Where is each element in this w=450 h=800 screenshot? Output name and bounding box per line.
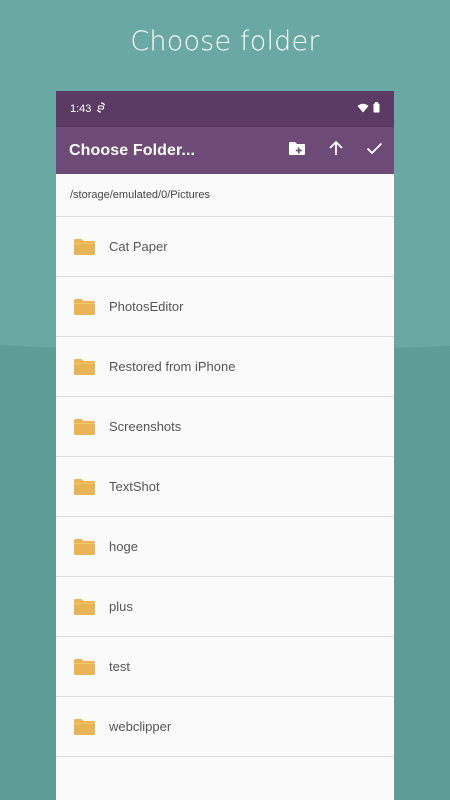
folder-item-cat-paper[interactable]: Cat Paper	[56, 217, 394, 277]
confirm-button[interactable]	[355, 127, 394, 174]
app-bar: Choose Folder...	[56, 127, 394, 174]
wifi-icon	[357, 103, 369, 116]
new-folder-icon	[288, 141, 306, 161]
app-bar-title: Choose Folder...	[69, 141, 196, 159]
status-time: 1:43	[70, 103, 92, 115]
folder-icon	[74, 538, 96, 556]
folder-list: Cat Paper PhotosEditor Restored from iPh…	[56, 217, 394, 757]
folder-icon	[74, 658, 96, 676]
folder-label: plus	[109, 599, 133, 614]
new-folder-button[interactable]	[277, 127, 316, 174]
current-path: /storage/emulated/0/Pictures	[56, 174, 394, 217]
folder-label: webclipper	[109, 719, 172, 734]
folder-item-test[interactable]: test	[56, 637, 394, 697]
folder-icon	[74, 298, 96, 316]
folder-item-webclipper[interactable]: webclipper	[56, 697, 394, 757]
folder-label: Screenshots	[109, 419, 182, 434]
folder-icon	[74, 598, 96, 616]
promo-title: Choose folder	[130, 26, 320, 57]
folder-item-screenshots[interactable]: Screenshots	[56, 397, 394, 457]
sync-icon	[96, 102, 106, 116]
folder-item-hoge[interactable]: hoge	[56, 517, 394, 577]
folder-label: test	[109, 659, 130, 674]
check-icon	[366, 142, 383, 160]
folder-label: Cat Paper	[109, 239, 168, 254]
folder-icon	[74, 418, 96, 436]
status-bar: 1:43	[56, 91, 394, 127]
go-up-button[interactable]	[316, 127, 355, 174]
folder-icon	[74, 718, 96, 736]
folder-label: TextShot	[109, 479, 160, 494]
arrow-up-icon	[328, 140, 344, 161]
folder-label: hoge	[109, 539, 138, 554]
folder-item-plus[interactable]: plus	[56, 577, 394, 637]
folder-icon	[74, 358, 96, 376]
folder-icon	[74, 238, 96, 256]
phone-screen: 1:43 Choose Folder... /storage/emulated/…	[56, 91, 394, 800]
folder-label: Restored from iPhone	[109, 359, 236, 374]
folder-item-photoseditor[interactable]: PhotosEditor	[56, 277, 394, 337]
folder-icon	[74, 478, 96, 496]
folder-item-textshot[interactable]: TextShot	[56, 457, 394, 517]
folder-item-restored-from-iphone[interactable]: Restored from iPhone	[56, 337, 394, 397]
folder-label: PhotosEditor	[109, 299, 184, 314]
battery-icon	[373, 102, 380, 116]
